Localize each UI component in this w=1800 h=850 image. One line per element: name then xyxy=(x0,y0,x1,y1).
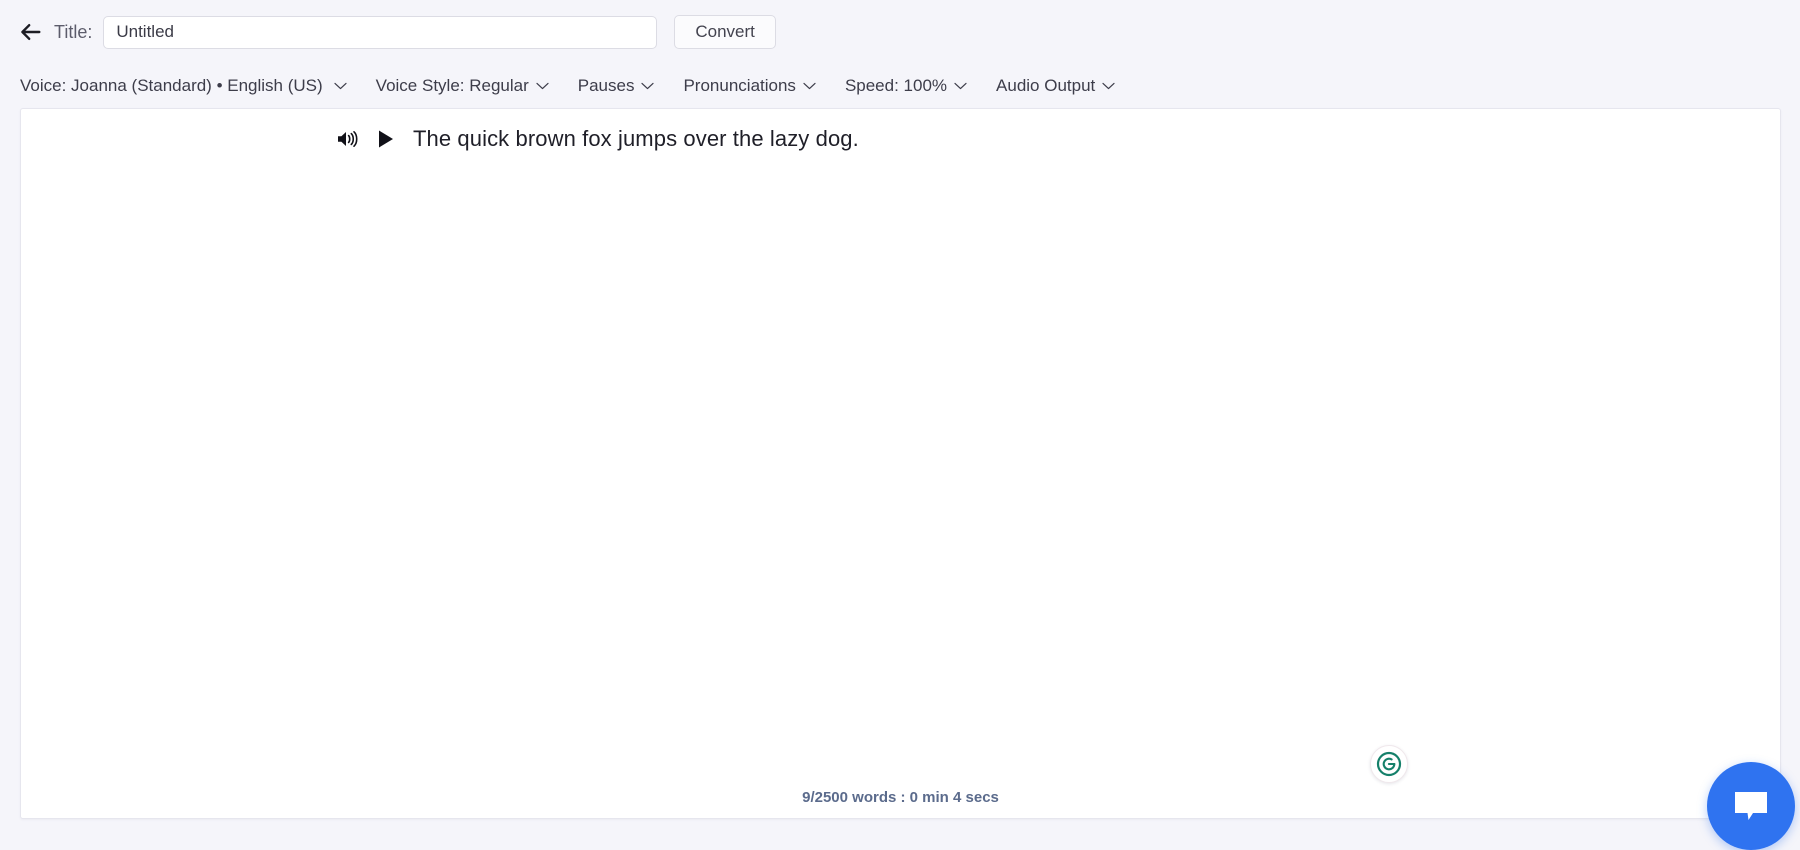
convert-button-label: Convert xyxy=(695,22,755,41)
speaker-volume-icon[interactable] xyxy=(335,127,359,151)
speed-selector[interactable]: Speed: 100% xyxy=(845,76,967,96)
chevron-down-icon xyxy=(641,82,655,90)
back-button[interactable] xyxy=(18,19,44,45)
convert-button[interactable]: Convert xyxy=(674,15,776,49)
audio-output-selector[interactable]: Audio Output xyxy=(996,76,1115,96)
sentence-row: The quick brown fox jumps over the lazy … xyxy=(335,121,1780,157)
pauses-selector-label: Pauses xyxy=(577,76,635,95)
voice-style-selector-label: Voice Style: Regular xyxy=(375,76,529,95)
editor-panel: The quick brown fox jumps over the lazy … xyxy=(20,108,1781,819)
word-count-status: 9/2500 words : 0 min 4 secs xyxy=(802,789,999,806)
chevron-down-icon xyxy=(803,82,816,90)
grammarly-logo-icon xyxy=(1376,751,1402,777)
title-label: Title: xyxy=(54,21,93,42)
pronunciations-selector-label: Pronunciations xyxy=(683,76,796,95)
chevron-down-icon xyxy=(954,82,967,90)
title-input[interactable] xyxy=(103,15,658,49)
speed-selector-label: Speed: 100% xyxy=(844,76,948,95)
chevron-down-icon xyxy=(334,82,347,90)
chevron-down-icon xyxy=(1102,82,1115,90)
voice-selector[interactable]: Voice: Joanna (Standard) • English (US) xyxy=(20,76,347,96)
pauses-selector[interactable]: Pauses xyxy=(578,76,655,96)
play-triangle-icon[interactable] xyxy=(375,128,397,150)
voice-style-selector[interactable]: Voice Style: Regular xyxy=(376,76,549,96)
chevron-down-icon xyxy=(536,82,549,90)
audio-output-selector-label: Audio Output xyxy=(996,76,1096,95)
options-bar: Voice: Joanna (Standard) • English (US) … xyxy=(0,64,1800,108)
arrow-left-icon xyxy=(21,24,41,40)
grammarly-button[interactable] xyxy=(1370,745,1408,783)
top-bar: Title: Convert xyxy=(0,0,1800,64)
chat-bubble-icon xyxy=(1735,792,1767,820)
chat-launcher-button[interactable] xyxy=(1707,762,1795,850)
sentence-text[interactable]: The quick brown fox jumps over the lazy … xyxy=(413,126,859,152)
voice-selector-label: Voice: Joanna (Standard) • English (US) xyxy=(20,76,323,95)
editor-text-area[interactable]: The quick brown fox jumps over the lazy … xyxy=(21,109,1780,778)
pronunciations-selector[interactable]: Pronunciations xyxy=(683,76,816,96)
